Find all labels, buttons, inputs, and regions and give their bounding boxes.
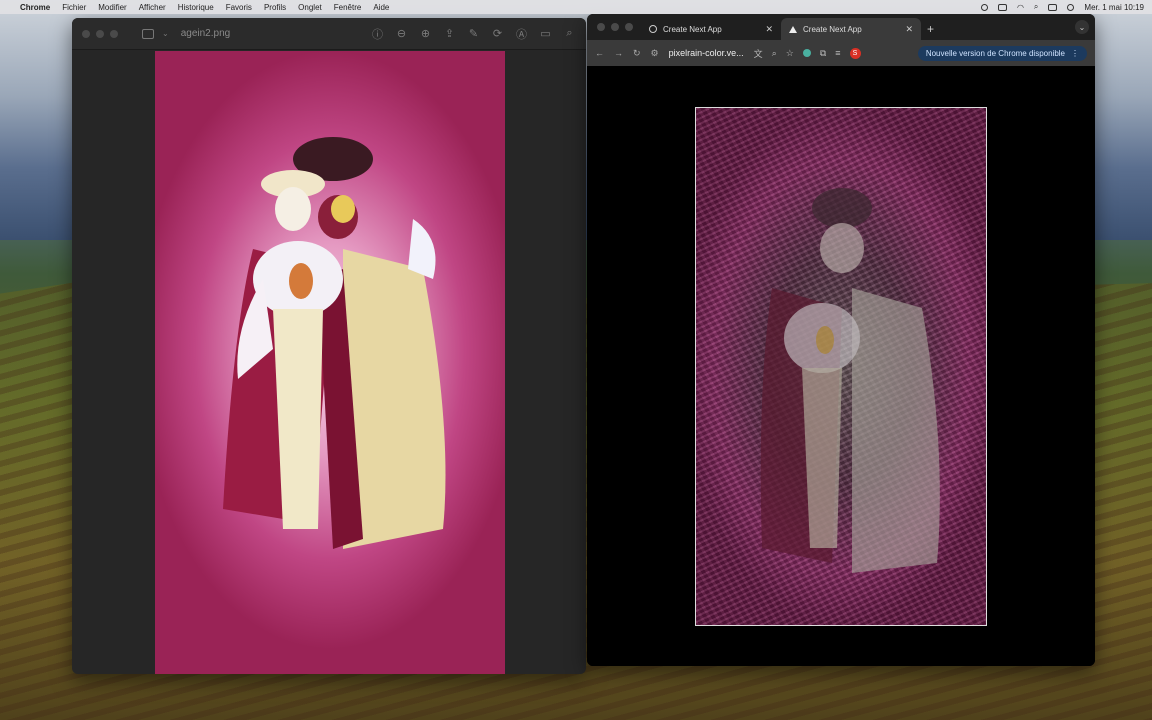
tab-title: Create Next App (663, 24, 722, 34)
menu-bar: Chrome Fichier Modifier Afficher Histori… (0, 0, 1152, 14)
chrome-window: Create Next App ✕ Create Next App ✕ + ⌄ … (587, 14, 1095, 666)
tab-2[interactable]: Create Next App ✕ (781, 18, 921, 40)
preview-tools: ⓘ ⊖ ⊕ ⇪ ✎ ⟳ Ⓐ ▭ ⌕ (371, 27, 576, 41)
battery-icon[interactable] (997, 3, 1007, 11)
spotlight-icon[interactable]: ⌕ (1034, 2, 1038, 12)
tab-search-button[interactable]: ⌄ (1075, 20, 1089, 34)
window-controls (597, 23, 633, 31)
window-icon[interactable]: ▭ (539, 27, 552, 40)
back-icon[interactable]: ← (595, 48, 604, 58)
minimize-button[interactable] (611, 23, 619, 31)
address-bar: ← → ↻ ⚙ pixelrain-color.ve... 文 ⌕ ☆ ⧉ ≡ … (587, 40, 1095, 66)
costume-figure-image (223, 137, 446, 549)
processed-image (695, 107, 987, 626)
menu-aide[interactable]: Aide (373, 3, 389, 12)
vercel-icon (789, 25, 797, 33)
new-tab-button[interactable]: + (921, 22, 940, 40)
preview-image (155, 51, 505, 674)
reload-icon[interactable]: ↻ (633, 48, 641, 59)
search-icon[interactable]: ⌕ (563, 27, 576, 40)
extension-icon[interactable] (802, 49, 811, 57)
bookmark-star-icon[interactable]: ☆ (786, 48, 794, 59)
update-label: Nouvelle version de Chrome disponible (925, 48, 1065, 58)
translate-icon[interactable]: 文 (754, 47, 763, 60)
url-field[interactable]: pixelrain-color.ve... (669, 48, 744, 58)
menu-fichier[interactable]: Fichier (62, 3, 86, 12)
media-icon[interactable]: ≡ (835, 48, 840, 58)
page-viewport (587, 66, 1095, 666)
sidebar-toggle-icon[interactable] (142, 28, 154, 39)
menu-profils[interactable]: Profils (264, 3, 286, 12)
menu-onglet[interactable]: Onglet (298, 3, 322, 12)
window-controls (82, 29, 118, 38)
rotate-icon[interactable]: ⟳ (491, 27, 504, 40)
close-tab-icon[interactable]: ✕ (765, 24, 773, 35)
zoom-in-icon[interactable]: ⊕ (419, 27, 432, 40)
close-button[interactable] (82, 29, 90, 38)
info-icon[interactable]: ⓘ (371, 27, 384, 41)
control-center-icon[interactable] (1048, 3, 1058, 11)
share-icon[interactable]: ⇪ (443, 27, 456, 40)
zoom-button[interactable] (110, 29, 118, 38)
processed-figure-image (760, 188, 940, 573)
close-tab-icon[interactable]: ✕ (905, 24, 913, 35)
menu-fenetre[interactable]: Fenêtre (334, 3, 362, 12)
menu-app-name[interactable]: Chrome (20, 3, 50, 12)
wifi-icon[interactable]: ◠ (1017, 3, 1024, 12)
update-chrome-button[interactable]: Nouvelle version de Chrome disponible ⋮ (917, 45, 1087, 61)
zoom-button[interactable] (625, 23, 633, 31)
tab-strip: Create Next App ✕ Create Next App ✕ + ⌄ (587, 14, 1095, 40)
chevron-down-icon[interactable]: ⌄ (162, 29, 169, 38)
close-button[interactable] (597, 23, 605, 31)
siri-icon[interactable] (1067, 3, 1075, 11)
more-menu-icon[interactable]: ⋮ (1071, 49, 1079, 58)
address-icons: 文 ⌕ ☆ ⧉ ≡ S (754, 47, 861, 60)
minimize-button[interactable] (96, 29, 104, 38)
menu-clock[interactable]: Mer. 1 mai 10:19 (1084, 3, 1144, 12)
status-icon[interactable] (980, 3, 988, 11)
forward-icon[interactable]: → (614, 48, 623, 58)
highlight-icon[interactable]: ✎ (467, 27, 480, 40)
menu-modifier[interactable]: Modifier (98, 3, 126, 12)
extensions-puzzle-icon[interactable]: ⧉ (820, 48, 826, 59)
tab-1[interactable]: Create Next App ✕ (641, 18, 781, 40)
globe-icon (649, 25, 657, 33)
document-title: agein2.png (180, 28, 231, 39)
menu-afficher[interactable]: Afficher (139, 3, 166, 12)
menu-historique[interactable]: Historique (178, 3, 214, 12)
preview-window: ⌄ agein2.png ⓘ ⊖ ⊕ ⇪ ✎ ⟳ Ⓐ ▭ ⌕ (72, 18, 586, 674)
markup-icon[interactable]: Ⓐ (515, 27, 528, 41)
preview-toolbar: ⌄ agein2.png ⓘ ⊖ ⊕ ⇪ ✎ ⟳ Ⓐ ▭ ⌕ (72, 18, 586, 50)
menu-favoris[interactable]: Favoris (226, 3, 252, 12)
profile-avatar[interactable]: S (849, 47, 861, 59)
tab-title: Create Next App (803, 24, 862, 34)
zoom-icon[interactable]: ⌕ (772, 48, 777, 59)
site-settings-icon[interactable]: ⚙ (651, 48, 659, 59)
zoom-out-icon[interactable]: ⊖ (395, 27, 408, 40)
